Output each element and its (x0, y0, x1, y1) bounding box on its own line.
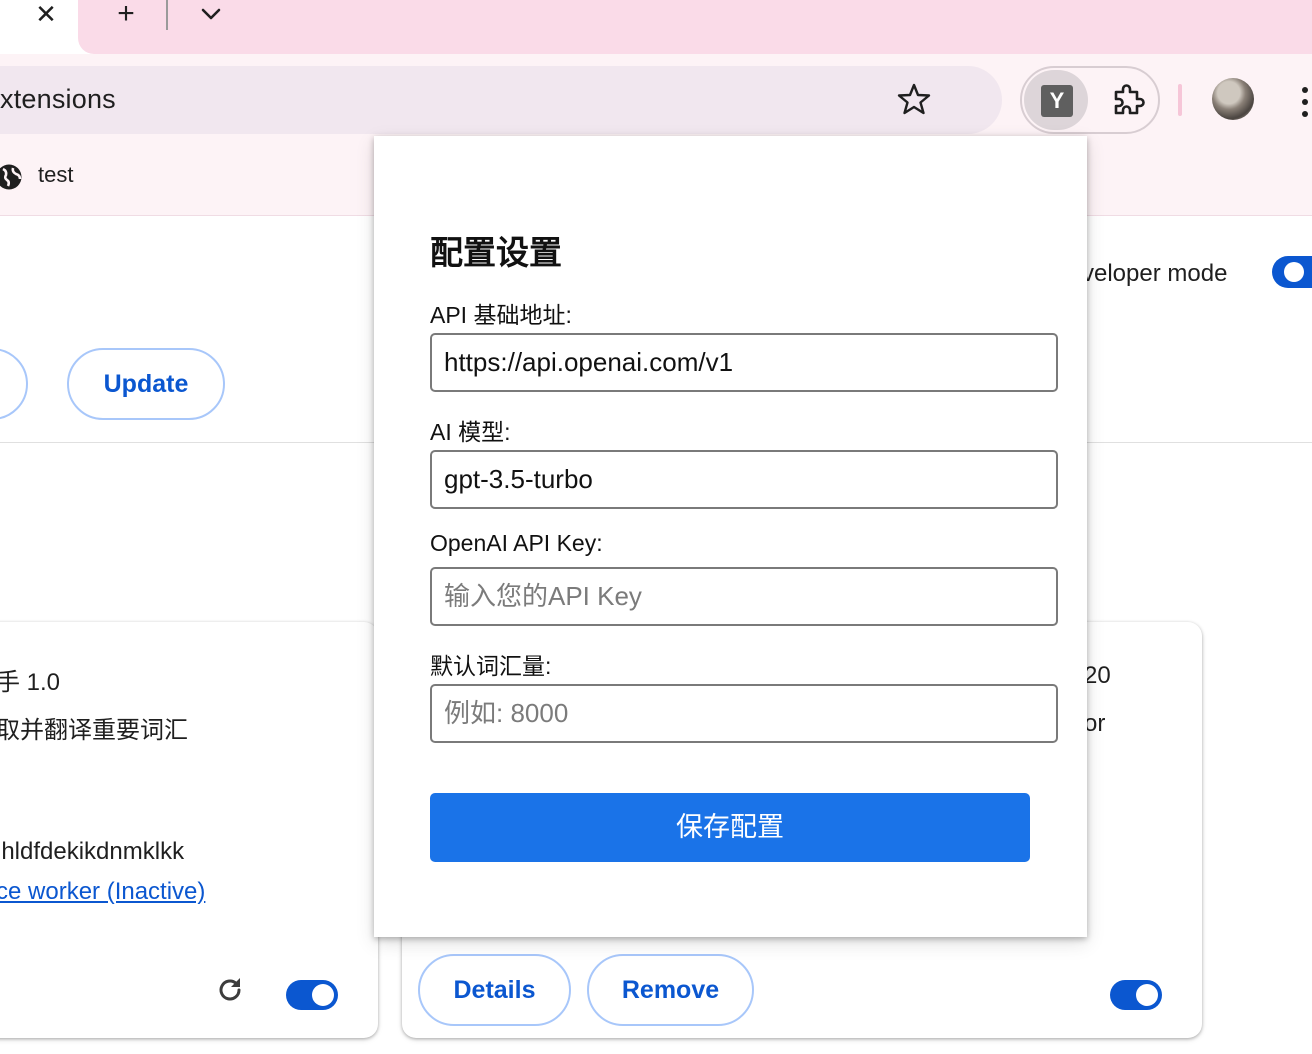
tab-strip-background (78, 0, 1312, 54)
api-key-label: OpenAI API Key: (430, 530, 603, 556)
vocabulary-size-input[interactable] (430, 684, 1058, 743)
inspect-service-worker-link[interactable]: ce worker (Inactive) (0, 878, 205, 906)
extension-enable-toggle[interactable] (286, 980, 338, 1010)
api-base-url-label: API 基础地址: (430, 302, 572, 328)
globe-icon (0, 162, 24, 192)
tab-separator (166, 0, 168, 30)
extension-card: 手 1.0 取并翻译重要词汇 jhldfdekikdnmklkk ce work… (0, 622, 378, 1038)
extension-id: jhldfdekikdnmklkk (0, 838, 185, 865)
update-button[interactable]: Update (67, 348, 225, 420)
ai-model-input[interactable] (430, 450, 1058, 509)
extensions-group: Y (1020, 66, 1160, 134)
remove-button[interactable]: Remove (587, 954, 754, 1026)
address-text[interactable]: xtensions (0, 84, 116, 115)
extension-description: or (1084, 710, 1106, 737)
extension-description: 取并翻译重要词汇 (0, 717, 188, 744)
bookmark-test[interactable]: test (38, 162, 73, 188)
chevron-down-icon[interactable] (196, 0, 226, 30)
ai-model-label: AI 模型: (430, 419, 511, 445)
extension-name-version: 手 1.0 (0, 669, 61, 696)
puzzle-icon[interactable] (1110, 82, 1146, 118)
developer-mode-label: veloper mode (1082, 260, 1228, 287)
extension-enable-toggle[interactable] (1110, 980, 1162, 1010)
developer-mode-toggle[interactable] (1272, 256, 1312, 288)
browser-toolbar: xtensions Y (0, 54, 1312, 146)
avatar[interactable] (1212, 78, 1254, 120)
popup-title: 配置设置 (430, 234, 562, 271)
vocabulary-size-label: 默认词汇量: (430, 653, 552, 679)
address-bar[interactable]: xtensions (0, 66, 1002, 134)
tab-strip: ✕ + (0, 0, 1312, 54)
details-button[interactable]: Details (418, 954, 571, 1026)
load-unpacked-button[interactable] (0, 348, 28, 420)
reload-icon[interactable] (214, 974, 246, 1006)
tab-close-icon[interactable]: ✕ (30, 0, 62, 30)
vertical-dots-icon[interactable] (1298, 82, 1312, 122)
pinned-extension-button[interactable]: Y (1024, 70, 1088, 130)
star-icon[interactable] (896, 81, 932, 117)
extension-version: 20 (1084, 662, 1111, 689)
new-tab-button[interactable]: + (110, 0, 142, 30)
api-base-url-input[interactable] (430, 333, 1058, 392)
api-key-input[interactable] (430, 567, 1058, 626)
y-extension-icon: Y (1041, 85, 1073, 117)
extension-popup: 配置设置 API 基础地址: AI 模型: OpenAI API Key: 默认… (374, 136, 1087, 937)
profile-divider (1178, 84, 1182, 116)
save-config-button[interactable]: 保存配置 (430, 793, 1030, 862)
